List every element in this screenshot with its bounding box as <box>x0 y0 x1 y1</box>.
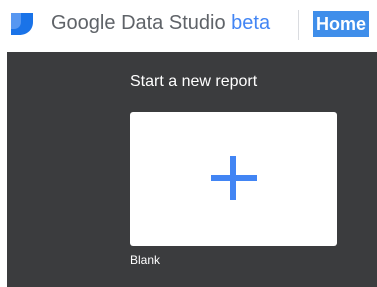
product-name: Google Data Studio beta <box>51 10 270 36</box>
data-studio-logo-icon[interactable] <box>9 11 35 37</box>
template-gallery: Start a new report Blank <box>7 52 377 287</box>
top-bar: Google Data Studio beta Home <box>0 0 377 50</box>
gallery-title: Start a new report <box>130 73 258 90</box>
beta-badge: beta <box>231 12 271 34</box>
brand-google: Google <box>51 12 116 34</box>
plus-icon <box>211 156 257 200</box>
home-link[interactable]: Home <box>313 11 370 37</box>
blank-template-label[interactable]: Blank <box>130 253 160 267</box>
blank-report-card[interactable] <box>130 112 337 246</box>
header-divider <box>298 10 299 40</box>
brand-product: Data Studio <box>121 12 226 34</box>
